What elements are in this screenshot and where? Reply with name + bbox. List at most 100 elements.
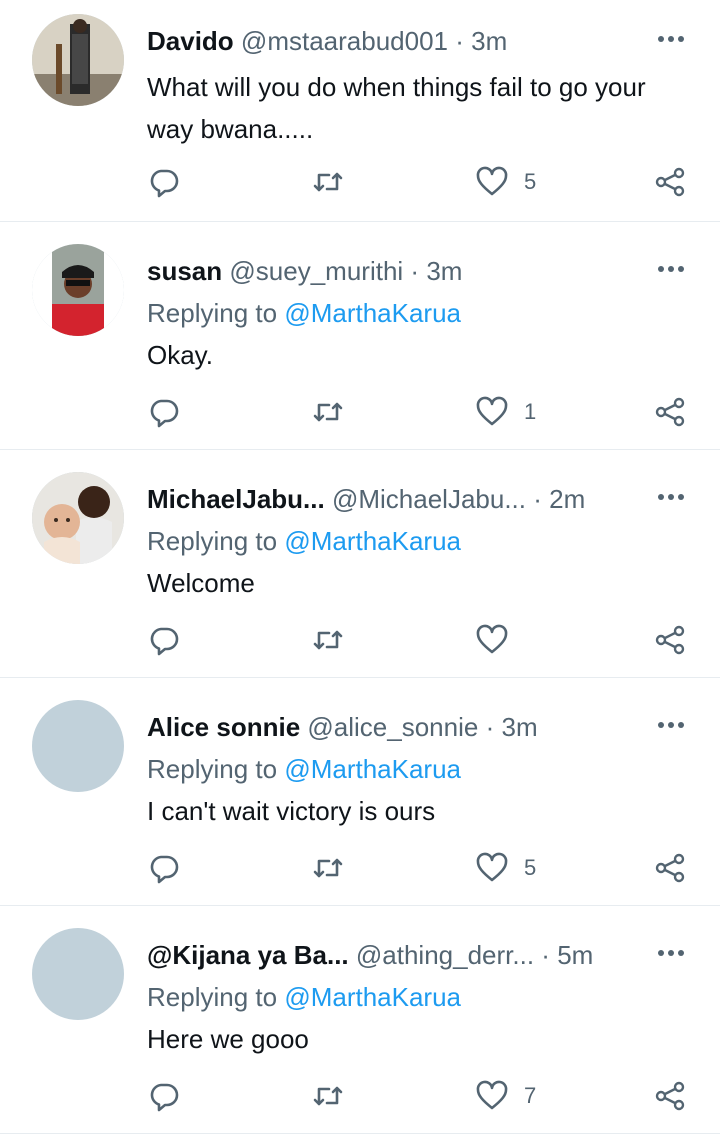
more-options-button[interactable] (654, 480, 688, 514)
like-button[interactable]: 1 (476, 392, 536, 432)
comment-bubble-icon (150, 169, 179, 198)
timestamp[interactable]: 3m (471, 26, 507, 56)
share-button[interactable] (654, 392, 686, 432)
more-options-button[interactable] (654, 708, 688, 742)
tweet-feed: Davido @mstaarabud001 · 3m What will you… (0, 0, 720, 1140)
separator-dot: · (485, 712, 495, 742)
tweet-text: Welcome (147, 568, 255, 598)
user-handle[interactable]: @suey_murithi (229, 256, 403, 286)
avatar[interactable] (32, 700, 124, 792)
timestamp[interactable]: 3m (501, 712, 537, 742)
share-button[interactable] (654, 1076, 686, 1116)
display-name[interactable]: Alice sonnie (147, 712, 300, 742)
heart-outline-icon (476, 624, 508, 654)
mention-link[interactable]: @MarthaKarua (284, 298, 461, 328)
more-horizontal-icon (658, 494, 684, 500)
retweet-button[interactable] (312, 392, 344, 432)
tweet-text: I can't wait victory is ours (147, 796, 436, 826)
more-horizontal-icon (658, 266, 684, 272)
display-name[interactable]: Davido (147, 26, 234, 56)
reply-button[interactable] (148, 1076, 180, 1116)
like-button[interactable]: 7 (476, 1076, 536, 1116)
retweet-button[interactable] (312, 620, 344, 660)
heart-outline-icon (476, 166, 508, 196)
tweet-actions: 5 (0, 848, 720, 888)
tweet-header: @Kijana ya Ba... @athing_derr... · 5m (147, 938, 620, 972)
like-count: 5 (524, 169, 537, 194)
comment-bubble-icon (150, 399, 179, 428)
share-nodes-icon (655, 1081, 685, 1111)
replying-to: Replying to @MarthaKarua (147, 296, 461, 330)
separator-dot: · (541, 940, 550, 970)
replying-to: Replying to @MarthaKarua (147, 524, 461, 558)
user-handle[interactable]: @mstaarabud001 (241, 26, 448, 56)
share-button[interactable] (654, 848, 686, 888)
share-nodes-icon (655, 397, 685, 427)
like-count: 7 (524, 1083, 537, 1108)
reply-button[interactable] (148, 620, 180, 660)
timestamp[interactable]: 5m (557, 940, 593, 970)
replying-to-label: Replying to (147, 298, 278, 328)
mention-link[interactable]: @MarthaKarua (284, 982, 461, 1012)
more-options-button[interactable] (654, 252, 688, 286)
tweet-text: Here we gooo (147, 1024, 309, 1054)
avatar[interactable] (32, 472, 124, 564)
tweet-actions (0, 620, 720, 660)
tweet-item[interactable]: MichaelJabu... @MichaelJabu... · 2m Repl… (0, 450, 720, 678)
replying-to-label: Replying to (147, 754, 278, 784)
mention-link[interactable]: @MarthaKarua (284, 526, 461, 556)
reply-button[interactable] (148, 162, 180, 202)
comment-bubble-icon (150, 1083, 179, 1112)
separator-dot: · (410, 256, 420, 286)
avatar[interactable] (32, 14, 124, 106)
retweet-arrows-icon (313, 630, 343, 650)
like-button[interactable]: 5 (476, 848, 536, 888)
retweet-arrows-icon (313, 172, 343, 192)
tweet-item[interactable]: susan @suey_murithi · 3m Replying to @Ma… (0, 222, 720, 450)
user-handle[interactable]: @MichaelJabu... (332, 484, 526, 514)
tweet-text: Okay. (147, 340, 213, 370)
share-nodes-icon (655, 625, 685, 655)
tweet-actions: 5 (0, 162, 720, 202)
tweet-item[interactable]: @Kijana ya Ba... @athing_derr... · 5m Re… (0, 906, 720, 1134)
tweet-item[interactable]: Davido @mstaarabud001 · 3m What will you… (0, 0, 720, 222)
more-horizontal-icon (658, 722, 684, 728)
timestamp[interactable]: 3m (426, 256, 462, 286)
avatar[interactable] (32, 928, 124, 1020)
user-handle[interactable]: @athing_derr... (356, 940, 534, 970)
display-name[interactable]: susan (147, 256, 222, 286)
retweet-arrows-icon (313, 1086, 343, 1106)
tweet-header: Alice sonnie @alice_sonnie · 3m (147, 710, 620, 744)
replying-to-label: Replying to (147, 982, 278, 1012)
mention-link[interactable]: @MarthaKarua (284, 754, 461, 784)
comment-bubble-icon (150, 855, 179, 884)
comment-bubble-icon (150, 627, 179, 656)
share-nodes-icon (655, 853, 685, 883)
avatar[interactable] (32, 244, 124, 336)
like-count: 1 (524, 399, 537, 424)
retweet-button[interactable] (312, 1076, 344, 1116)
more-options-button[interactable] (654, 22, 688, 56)
tweet-item[interactable]: Alice sonnie @alice_sonnie · 3m Replying… (0, 678, 720, 906)
share-button[interactable] (654, 620, 686, 660)
retweet-arrows-icon (313, 402, 343, 422)
tweet-actions: 7 (0, 1076, 720, 1116)
tweet-header: MichaelJabu... @MichaelJabu... · 2m (147, 482, 620, 516)
more-options-button[interactable] (654, 936, 688, 970)
like-count: 5 (524, 855, 537, 880)
display-name[interactable]: MichaelJabu... (147, 484, 325, 514)
separator-dot: · (455, 26, 464, 56)
share-nodes-icon (655, 167, 685, 197)
retweet-button[interactable] (312, 848, 344, 888)
user-handle[interactable]: @alice_sonnie (307, 712, 478, 742)
replying-to: Replying to @MarthaKarua (147, 752, 461, 786)
reply-button[interactable] (148, 392, 180, 432)
timestamp[interactable]: 2m (549, 484, 585, 514)
retweet-button[interactable] (312, 162, 344, 202)
share-button[interactable] (654, 162, 686, 202)
heart-outline-icon (476, 852, 508, 882)
reply-button[interactable] (148, 848, 180, 888)
display-name[interactable]: @Kijana ya Ba... (147, 940, 349, 970)
like-button[interactable]: 5 (476, 162, 536, 202)
like-button[interactable] (476, 620, 524, 660)
